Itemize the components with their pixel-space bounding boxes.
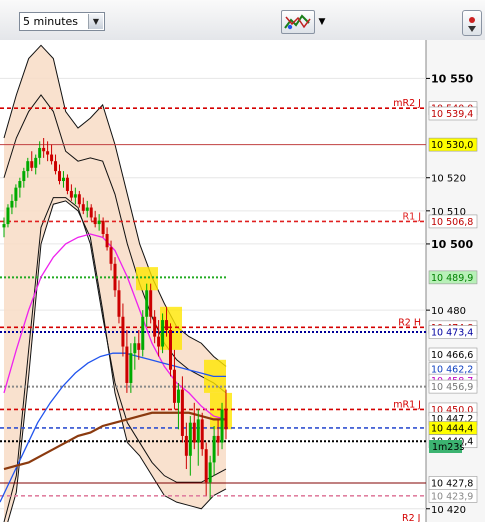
candle-body: [224, 409, 228, 430]
candle-body: [46, 151, 50, 155]
candle-body: [34, 157, 38, 168]
candle-body: [180, 389, 184, 436]
chevron-down-icon[interactable]: ▼: [316, 14, 328, 30]
candle-body: [169, 330, 172, 370]
candle-body: [188, 422, 192, 456]
candle-body: [65, 177, 69, 191]
candle-body: [85, 207, 89, 211]
candle-body: [204, 449, 208, 483]
chart-toolbar: 5 minutes ▼ ▼: [0, 0, 485, 41]
bottom-level-name: R2 J: [402, 513, 420, 522]
candle-body: [165, 320, 169, 330]
level-name: R1 J: [403, 211, 421, 222]
candle-body: [176, 389, 180, 403]
candle-body: [101, 220, 105, 234]
candle-body: [200, 419, 204, 450]
timeframe-select[interactable]: 5 minutes ▼: [19, 12, 105, 31]
candle-body: [145, 290, 149, 317]
candle-body: [58, 171, 61, 182]
candle-body: [212, 435, 216, 463]
candle-body: [22, 171, 26, 182]
candle-body: [14, 187, 18, 201]
candle-body: [89, 207, 93, 218]
candle-body: [50, 154, 54, 162]
chevron-down-icon[interactable]: ▼: [88, 14, 103, 29]
candle-body: [133, 343, 137, 354]
candle-body: [10, 200, 14, 208]
candle-body: [109, 247, 113, 264]
candle-body: [30, 161, 34, 168]
price-label: 10 530,0: [431, 140, 473, 151]
candle-body: [6, 207, 10, 225]
candle-body: [77, 194, 81, 205]
candle-body: [42, 147, 46, 152]
candle-body: [105, 234, 109, 248]
level-name: mR2 J: [393, 98, 421, 109]
scroll-right-icon[interactable]: [462, 10, 482, 36]
candle-body: [208, 462, 212, 483]
axis-tick-label: 10 550: [431, 72, 473, 85]
bar-timer: 1m23s: [429, 440, 464, 453]
price-label: 10 423,9: [431, 491, 473, 502]
candle-body: [18, 181, 22, 188]
candle-body: [157, 336, 161, 347]
candle-body: [137, 343, 141, 350]
candle-body: [38, 147, 42, 158]
candle-body: [113, 263, 117, 291]
indicators-button[interactable]: [281, 10, 315, 34]
axis-tick-label: 10 520: [431, 174, 466, 185]
level-name: R2 H: [398, 317, 421, 328]
axis-tick-label: 10 500: [431, 238, 473, 251]
level-name: mR1 J: [393, 399, 421, 410]
candle-body: [61, 177, 65, 182]
candle-body: [220, 409, 224, 443]
indicators-icon: [284, 14, 311, 30]
candle-body: [73, 194, 77, 198]
price-label: 10 427,8: [431, 478, 473, 489]
price-label: 10 456,9: [431, 382, 473, 393]
candle-body: [125, 346, 129, 383]
candle-body: [153, 316, 157, 337]
candle-body: [117, 290, 121, 317]
timeframe-value: 5 minutes: [23, 15, 79, 28]
price-label: 10 539,4: [431, 109, 473, 120]
axis-tick-label: 10 480: [431, 306, 466, 317]
candle-body: [149, 290, 153, 317]
price-label: 10 489,9: [431, 273, 473, 284]
price-label: 10 506,8: [431, 217, 473, 228]
bar-timer-label: 1m23s: [432, 442, 464, 453]
candle-body: [121, 316, 125, 347]
candle-body: [184, 435, 188, 456]
candle-body: [196, 419, 200, 443]
candle-body: [54, 161, 58, 172]
candle-body: [172, 369, 176, 403]
candle-body: [81, 204, 85, 211]
price-label: 10 473,4: [431, 327, 473, 338]
price-chart[interactable]: mR2 JR1 JR2 HmR1 J 10 55010 52010 51010 …: [0, 40, 485, 522]
candle-body: [2, 224, 6, 228]
candle-body: [69, 190, 73, 198]
price-label: 10 466,6: [431, 350, 473, 361]
candle-body: [26, 161, 30, 172]
candle-body: [192, 422, 196, 443]
candle-body: [129, 353, 133, 383]
candle-body: [93, 217, 97, 225]
candle-body: [97, 220, 101, 225]
candle-body: [141, 316, 145, 350]
price-label: 10 444,4: [431, 423, 473, 434]
candle-body: [161, 320, 165, 347]
candle-body: [216, 435, 220, 443]
axis-tick-label: 10 420: [431, 505, 466, 516]
